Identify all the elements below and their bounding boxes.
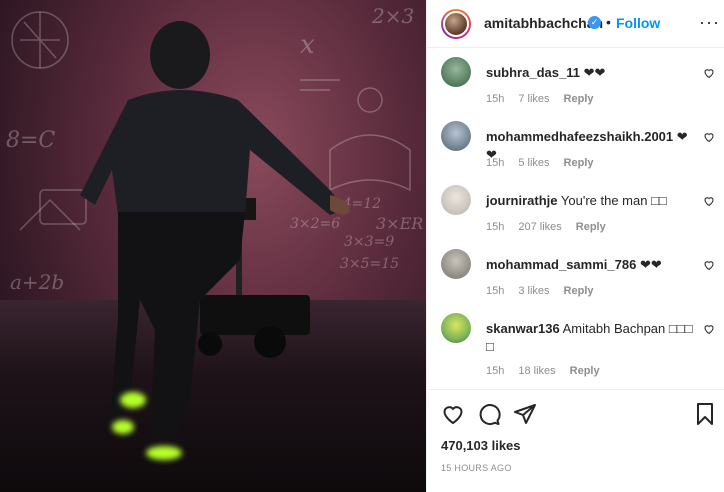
- comment-likes[interactable]: 7 likes: [518, 93, 549, 105]
- follow-button[interactable]: Follow: [616, 15, 660, 31]
- comment-username[interactable]: journirathje: [486, 193, 558, 208]
- reply-button[interactable]: Reply: [564, 157, 594, 169]
- comment-item: skanwar136 Amitabh Bachpan □□□ □ 15h 18 l…: [427, 313, 724, 385]
- comment-username[interactable]: skanwar136: [486, 321, 560, 336]
- heart-icon[interactable]: [703, 131, 715, 143]
- comment-time[interactable]: 15h: [486, 365, 504, 377]
- comments-list[interactable]: subhra_das_11 ❤❤ 15h 7 likes Reply mohamme…: [427, 49, 724, 389]
- commenter-avatar[interactable]: [441, 121, 471, 151]
- comment-username[interactable]: mohammad_sammi_786: [486, 257, 636, 272]
- comment-username[interactable]: subhra_das_11: [486, 65, 580, 80]
- comment-username[interactable]: mohammedhafeezshaikh.2001: [486, 129, 673, 144]
- post-timestamp[interactable]: 15 HOURS AGO: [441, 463, 512, 473]
- author-username[interactable]: amitabhbachchan: [484, 15, 603, 31]
- post-image[interactable]: 2×3 8=C 3×4=12 3×2=6 3×3=9 3×5=15 a+2b x…: [0, 0, 426, 492]
- comment-likes[interactable]: 5 likes: [518, 157, 549, 169]
- comment-likes[interactable]: 18 likes: [518, 365, 555, 377]
- reply-button[interactable]: Reply: [576, 221, 606, 233]
- comment-item: journirathje You're the man □□ 15h 207 li…: [427, 185, 724, 241]
- shoe-light: [112, 420, 134, 434]
- comment-time[interactable]: 15h: [486, 93, 504, 105]
- reply-button[interactable]: Reply: [564, 285, 594, 297]
- commenter-avatar[interactable]: [441, 57, 471, 87]
- heart-icon[interactable]: [703, 259, 715, 271]
- shoe-light: [146, 446, 182, 460]
- reply-button[interactable]: Reply: [564, 93, 594, 105]
- post-sidebar: amitabhbachchan ✓ • Follow ··· subhra_da…: [426, 0, 724, 492]
- post-header: amitabhbachchan ✓ • Follow ···: [427, 0, 724, 48]
- person-silhouette: [80, 21, 350, 440]
- comment-time[interactable]: 15h: [486, 221, 504, 233]
- reply-button[interactable]: Reply: [570, 365, 600, 377]
- comment-item: mohammedhafeezshaikh.2001 ❤❤ 15h 5 likes R…: [427, 121, 724, 177]
- comment-time[interactable]: 15h: [486, 157, 504, 169]
- comment-likes[interactable]: 207 likes: [518, 221, 561, 233]
- heart-icon[interactable]: [703, 195, 715, 207]
- like-heart-icon[interactable]: [441, 402, 465, 426]
- commenter-avatar[interactable]: [441, 249, 471, 279]
- comment-text: ❤❤: [639, 257, 662, 272]
- comment-time[interactable]: 15h: [486, 285, 504, 297]
- heart-icon[interactable]: [703, 67, 715, 79]
- verified-badge-icon: ✓: [588, 16, 601, 29]
- likes-count[interactable]: 470,103 likes: [441, 438, 521, 453]
- heart-icon[interactable]: [703, 323, 715, 335]
- comment-item: mohammad_sammi_786 ❤❤ 15h 3 likes Reply: [427, 249, 724, 305]
- commenter-avatar[interactable]: [441, 313, 471, 343]
- shoe-light: [120, 392, 146, 408]
- comment-bubble-icon[interactable]: [477, 402, 501, 426]
- header-separator: •: [606, 14, 611, 30]
- comment-text: ❤❤: [583, 65, 606, 80]
- comment-text: You're the man □□: [560, 193, 667, 208]
- share-plane-icon[interactable]: [513, 402, 537, 426]
- bookmark-icon[interactable]: [693, 402, 717, 426]
- author-avatar[interactable]: [441, 9, 471, 39]
- comment-item: subhra_das_11 ❤❤ 15h 7 likes Reply: [427, 57, 724, 113]
- comment-likes[interactable]: 3 likes: [518, 285, 549, 297]
- post-actions: 470,103 likes 15 HOURS AGO: [427, 389, 724, 492]
- commenter-avatar[interactable]: [441, 185, 471, 215]
- more-options-icon[interactable]: ···: [699, 12, 720, 33]
